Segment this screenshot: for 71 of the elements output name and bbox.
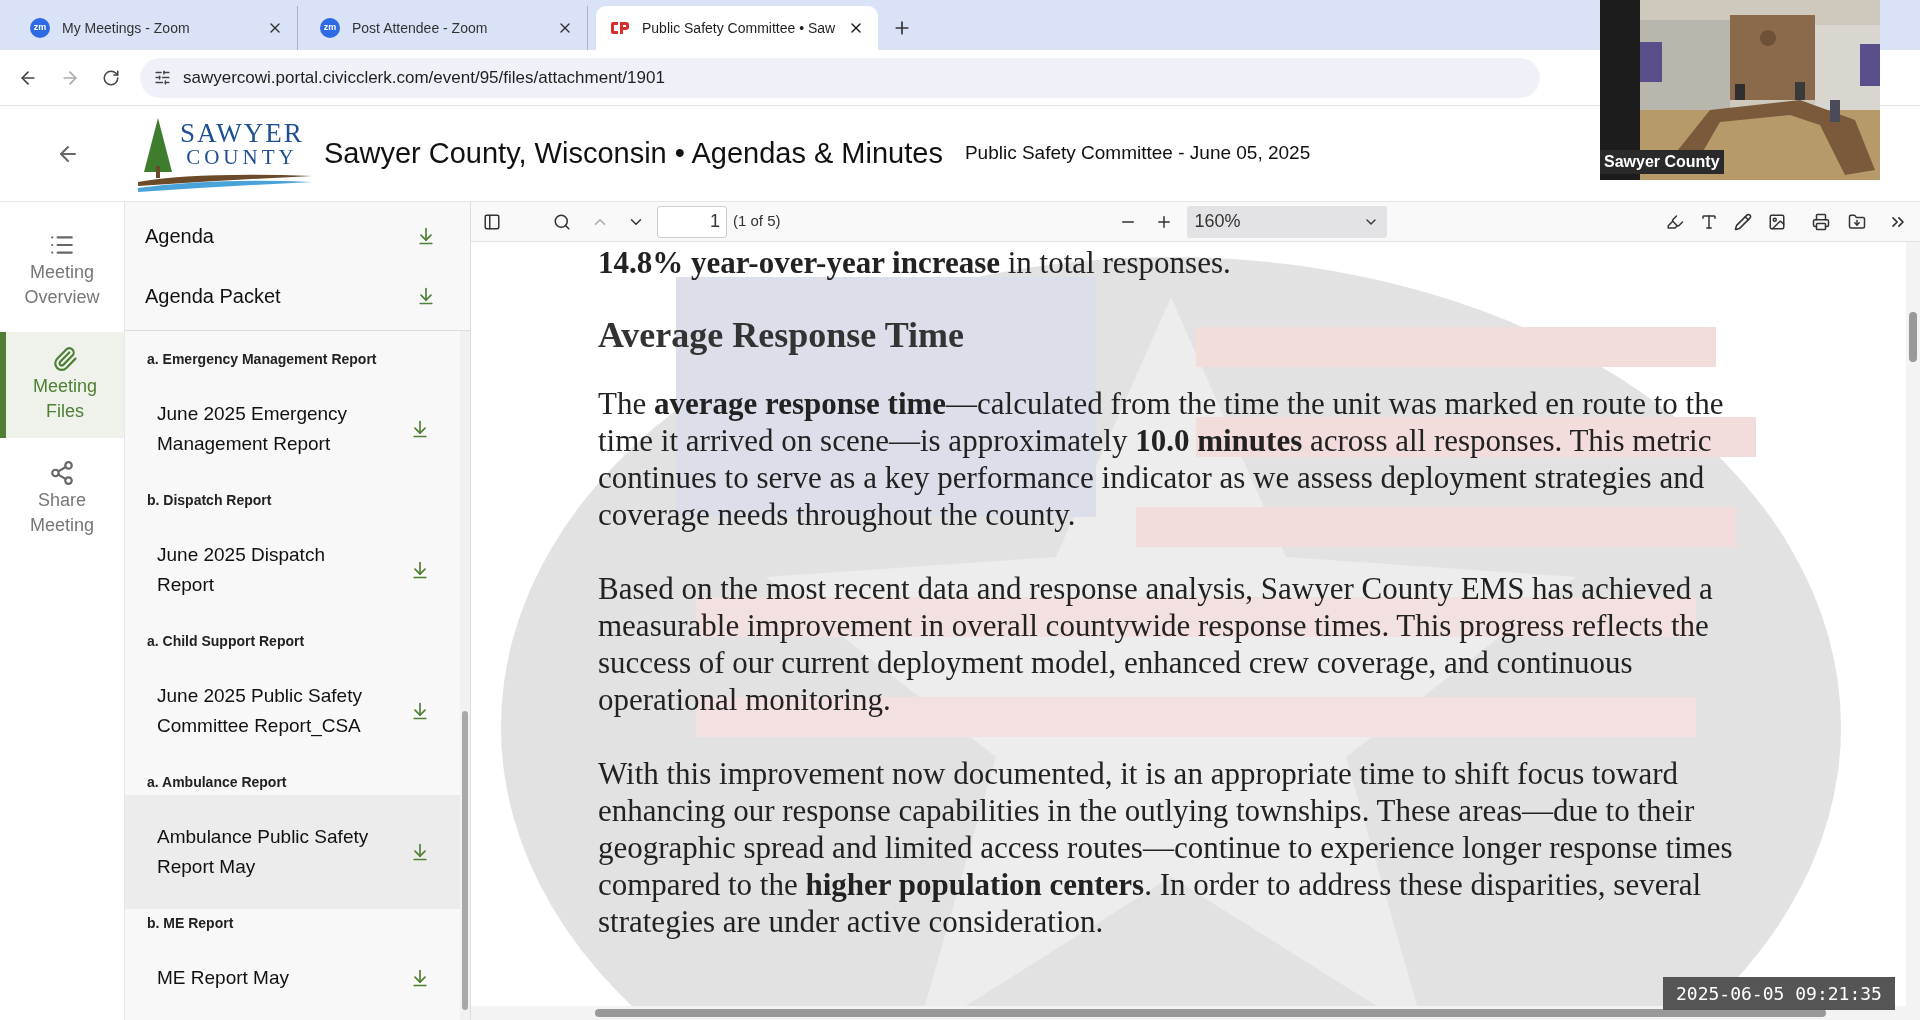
file-row[interactable]: Agenda Packet <box>125 266 470 326</box>
scrollbar[interactable] <box>1906 242 1920 1020</box>
file-name: ME Report May <box>157 966 290 990</box>
document-paragraph: With this improvement now documented, it is an appropriate time to shift focus toward enhancing our response capabilities in the outlying townships. These areas—due to their geographic spread and limited access routes—continue to experience longer response times compared to the higher population centers. In order to address these disparities, several strategies are under active consideration. <box>598 755 1734 940</box>
document-heading: Average Response Time <box>598 314 965 357</box>
print-icon[interactable] <box>1812 212 1830 231</box>
document-text: 14.8% year-over-year increase in total responses. <box>598 244 1232 281</box>
nav-item[interactable]: Meeting Files <box>0 332 124 438</box>
zoom-select[interactable]: 160% <box>1186 205 1387 238</box>
download-icon[interactable] <box>416 286 436 306</box>
file-row[interactable]: June 2025 Dispatch Report <box>125 513 460 627</box>
download-icon[interactable] <box>410 701 430 721</box>
meeting-title: Public Safety Committee - June 05, 2025 <box>964 141 1311 166</box>
file-name: June 2025 Public Safety Committee Report_CSA <box>157 684 363 739</box>
nav-item[interactable]: Meeting Overview <box>0 218 124 324</box>
logo-text: COUNTY <box>186 146 298 168</box>
image-icon[interactable] <box>1768 212 1786 231</box>
tab-title: My Meetings - Zoom <box>62 18 191 38</box>
section-heading: a. Child Support Report <box>146 632 306 651</box>
file-name: Agenda Packet <box>145 284 281 309</box>
document-paragraph: The average response time—calculated from the time the unit was marked en route to the time it arrived on scene—is approximately 10.0 minutes across all responses. This metric continues to serve as a key performance indicator as we assess deployment strategies and coverage needs throughout the county. <box>598 385 1725 533</box>
download-icon[interactable] <box>410 560 430 580</box>
nav-label: Meeting Files <box>31 375 98 423</box>
timestamp: 2025-06-05 09:21:35 <box>1663 977 1895 1010</box>
search-icon[interactable] <box>553 212 571 231</box>
browser-tab[interactable]: Public Safety Committee • Saw <box>596 6 878 50</box>
video-thumbnail[interactable]: Sawyer County <box>1600 0 1880 180</box>
address-field[interactable]: sawyercowi.portal.civicclerk.com/event/95/files/attachment/1901 <box>140 57 1540 98</box>
zoom-logo-icon: zm <box>320 18 340 38</box>
download-icon[interactable] <box>410 419 430 439</box>
download-icon[interactable] <box>410 968 430 988</box>
civic-logo-icon <box>610 21 630 35</box>
tab-title: Post Attendee - Zoom <box>352 18 489 38</box>
file-row[interactable]: Ambulance Public Safety Report May <box>125 795 460 909</box>
url-text: sawyercowi.portal.civicclerk.com/event/95/files/attachment/1901 <box>183 66 665 89</box>
sidebar-toggle-icon[interactable] <box>483 212 501 231</box>
section-heading: b. ME Report <box>146 914 235 933</box>
file-name: Agenda <box>145 224 214 249</box>
highlighter-icon[interactable] <box>1666 212 1684 231</box>
file-name: June 2025 Dispatch Report <box>157 543 326 597</box>
section-heading: a. Ambulance Report <box>146 773 288 792</box>
logo-text: SAWYER <box>180 119 304 147</box>
file-row[interactable]: June 2025 Public Safety Committee Report_CSA <box>125 654 460 768</box>
file-row[interactable]: Agenda <box>125 206 470 266</box>
file-name: June 2025 Emergency Management Report <box>157 402 349 456</box>
paperclip-icon <box>52 346 78 372</box>
share-icon <box>49 460 75 486</box>
file-row[interactable]: June 2025 Emergency Management Report <box>125 372 460 486</box>
section-heading: b. Dispatch Report <box>146 491 273 510</box>
page-number-field[interactable]: 1 <box>657 205 727 238</box>
reload-icon[interactable] <box>102 68 120 87</box>
file-name: Ambulance Public Safety Report May <box>157 825 370 879</box>
horizontal-scrollbar[interactable] <box>471 1006 1906 1020</box>
file-row[interactable]: ME Report May <box>125 936 460 1020</box>
download-icon[interactable] <box>416 226 436 246</box>
page-title: Sawyer County, Wisconsin • Agendas & Minutes <box>324 135 943 171</box>
save-icon[interactable] <box>1848 212 1866 231</box>
nav-item[interactable]: Share Meeting <box>0 446 124 552</box>
pencil-icon[interactable] <box>1734 212 1752 231</box>
text-icon[interactable] <box>1700 212 1718 231</box>
nav-label: Share Meeting <box>28 489 95 537</box>
site-settings-icon[interactable] <box>154 69 171 86</box>
section-heading: a. Emergency Management Report <box>146 350 378 369</box>
scrollbar[interactable] <box>460 331 470 1020</box>
participant-name: Sawyer County <box>1600 150 1724 174</box>
zoom-logo-icon: zm <box>30 18 50 38</box>
nav-label: Meeting Overview <box>23 261 101 309</box>
download-icon[interactable] <box>410 842 430 862</box>
page-count: (1 of 5) <box>733 211 781 232</box>
document-paragraph: Based on the most recent data and response analysis, Sawyer County EMS has achieved a measurable improvement in overall countywide response times. This progress reflects the success of our current deployment model, enhanced crew coverage, and continuous operational monitoring. <box>598 570 1714 718</box>
tab-title: Public Safety Committee • Saw <box>642 18 836 38</box>
